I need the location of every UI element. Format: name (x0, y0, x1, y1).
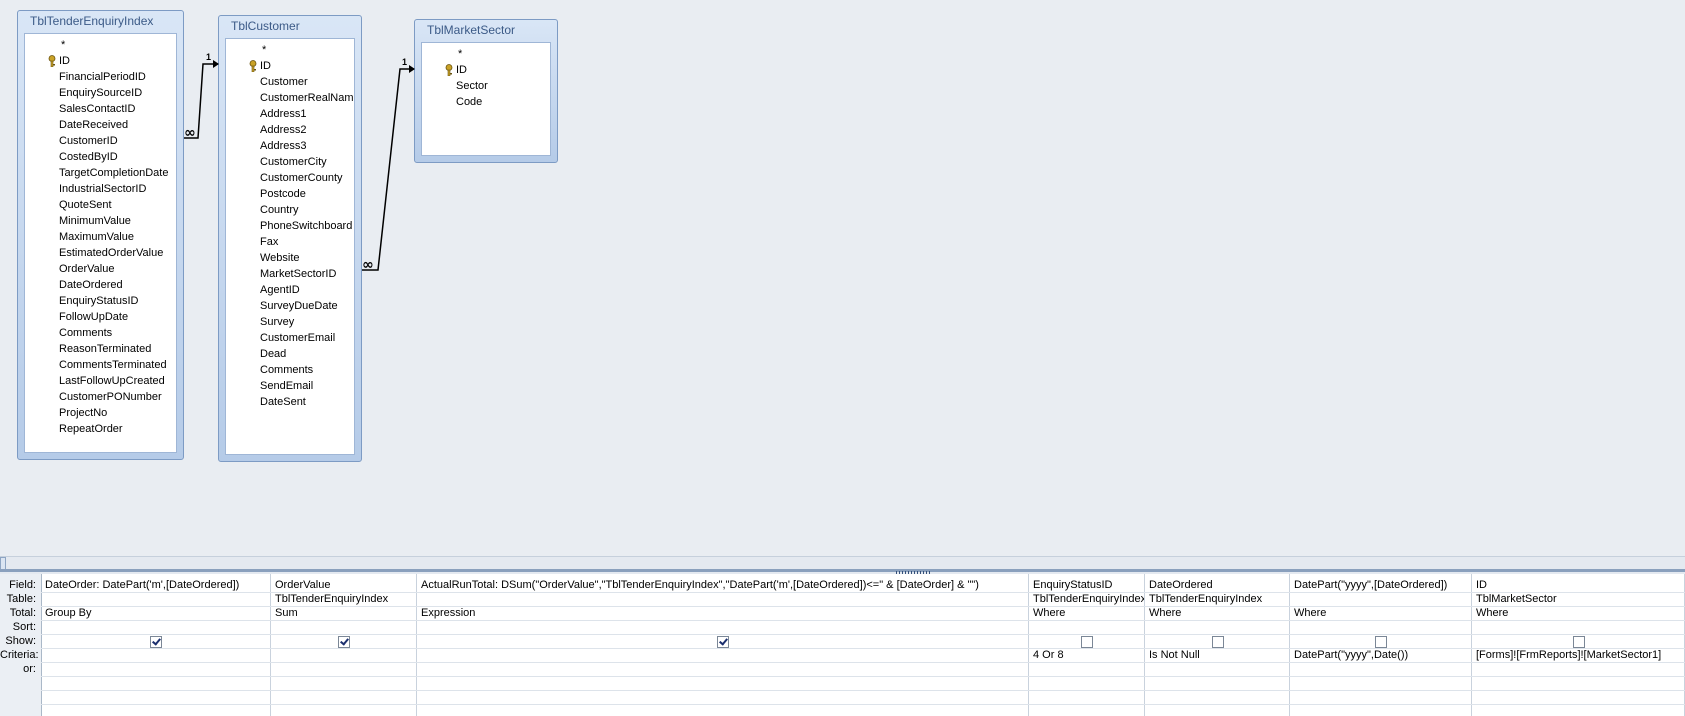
grid-cell-table[interactable]: TblTenderEnquiryIndex (271, 592, 416, 607)
grid-cell-criteria[interactable]: Is Not Null (1145, 648, 1289, 663)
grid-cell-total[interactable]: Where (1145, 606, 1289, 621)
grid-cell-or[interactable] (1029, 662, 1144, 677)
grid-cell-or[interactable] (41, 662, 270, 677)
grid-row-divider (41, 648, 1685, 649)
grid-column[interactable]: EnquiryStatusID TblTenderEnquiryIndex Wher… (1029, 574, 1145, 716)
grid-cell-sort[interactable] (41, 620, 270, 635)
grid-row-divider (41, 690, 1685, 691)
show-checkbox[interactable] (1081, 636, 1093, 648)
grid-cell-criteria[interactable]: 4 Or 8 (1029, 648, 1144, 663)
grid-column[interactable]: ActualRunTotal: DSum("OrderValue","TblTe… (417, 574, 1029, 716)
show-checkbox[interactable] (1212, 636, 1224, 648)
grid-row-divider (41, 676, 1685, 677)
grid-cell-criteria[interactable]: [Forms]![FrmReports]![MarketSector1] (1472, 648, 1684, 663)
grid-cell-sort[interactable] (1029, 620, 1144, 635)
grid-cell-field[interactable]: ID (1472, 578, 1684, 593)
show-checkbox[interactable] (150, 636, 162, 648)
grid-column[interactable]: DateOrdered TblTenderEnquiryIndex Where Is … (1145, 574, 1290, 716)
grid-cell-field[interactable]: OrderValue (271, 578, 416, 593)
grid-row-divider (41, 592, 1685, 593)
row-label-total: Total: (9, 607, 36, 619)
grid-cell-sort[interactable] (1290, 620, 1471, 635)
grid-row-divider (41, 620, 1685, 621)
grid-cell-sort[interactable] (417, 620, 1028, 635)
show-checkbox[interactable] (717, 636, 729, 648)
grid-cell-criteria[interactable] (41, 648, 270, 663)
grid-cell-table[interactable]: TblTenderEnquiryIndex (1145, 592, 1289, 607)
grid-cell-total[interactable]: Where (1290, 606, 1471, 621)
relationship-lines: 1 ∞ 1 ∞ (184, 52, 415, 273)
many-side-label: ∞ (184, 125, 196, 141)
grid-cell-or[interactable] (1290, 662, 1471, 677)
grid-cell-field[interactable]: DateOrdered (1145, 578, 1289, 593)
grid-column[interactable]: DatePart("yyyy",[DateOrdered]) Where DateP… (1290, 574, 1472, 716)
row-label-sort: Sort: (12, 621, 36, 633)
grid-cell-or[interactable] (417, 662, 1028, 677)
show-checkbox[interactable] (338, 636, 350, 648)
grid-cell-total[interactable]: Where (1472, 606, 1684, 621)
grid-cell-field[interactable]: ActualRunTotal: DSum("OrderValue","TblTe… (417, 578, 1028, 593)
grid-cell-table[interactable]: TblTenderEnquiryIndex (1029, 592, 1144, 607)
grid-cell-sort[interactable] (271, 620, 416, 635)
grid-cell-total[interactable]: Expression (417, 606, 1028, 621)
grid-cell-or[interactable] (271, 662, 416, 677)
grid-column[interactable]: ID TblMarketSector Where [Forms]![FrmReport… (1472, 574, 1685, 716)
grid-cell-table[interactable] (1290, 592, 1471, 607)
grid-cell-or[interactable] (1145, 662, 1289, 677)
grid-cell-table[interactable] (417, 592, 1028, 607)
grid-column[interactable]: OrderValue TblTenderEnquiryIndex Sum (271, 574, 417, 716)
grid-cell-table[interactable] (41, 592, 270, 607)
row-label-show: Show: (5, 635, 36, 647)
grid-cell-sort[interactable] (1145, 620, 1289, 635)
query-design-canvas: TblTenderEnquiryIndex * ID FinancialPeriod… (0, 0, 1685, 556)
query-design-grid[interactable]: Field: Table: Total: Sort: Show: Criteria: or:… (0, 574, 1685, 716)
row-label-criteria: Criteria: (0, 649, 39, 661)
grid-cell-total[interactable]: Where (1029, 606, 1144, 621)
grid-row-divider (41, 606, 1685, 607)
grid-row-labels: Field: Table: Total: Sort: Show: Criteria: or: (0, 574, 42, 716)
grid-cell-field[interactable]: DateOrder: DatePart('m',[DateOrdered]) (41, 578, 270, 593)
show-checkbox[interactable] (1375, 636, 1387, 648)
grid-cell-criteria[interactable]: DatePart("yyyy",Date()) (1290, 648, 1471, 663)
one-side-label: 1 (402, 57, 407, 67)
grid-cell-criteria[interactable] (417, 648, 1028, 663)
grid-cell-field[interactable]: DatePart("yyyy",[DateOrdered]) (1290, 578, 1471, 593)
grid-cell-table[interactable]: TblMarketSector (1472, 592, 1684, 607)
grid-cell-sort[interactable] (1472, 620, 1684, 635)
grid-row-divider (41, 662, 1685, 663)
grid-row-divider (41, 634, 1685, 635)
relationship-line-enquiry-customer[interactable]: 1 ∞ (184, 52, 219, 141)
row-label-field: Field: (9, 579, 36, 591)
grid-cell-field[interactable]: EnquiryStatusID (1029, 578, 1144, 593)
show-checkbox[interactable] (1573, 636, 1585, 648)
grid-cell-criteria[interactable] (271, 648, 416, 663)
row-label-table: Table: (6, 593, 36, 605)
grid-cell-or[interactable] (1472, 662, 1684, 677)
pane-splitter[interactable] (0, 556, 1685, 575)
relationship-line-customer-marketsector[interactable]: 1 ∞ (362, 57, 415, 273)
row-label-or: or: (23, 663, 36, 675)
many-side-label: ∞ (362, 257, 374, 273)
splitter-bar[interactable] (0, 569, 1685, 572)
grid-row-divider (41, 704, 1685, 705)
grid-cell-total[interactable]: Sum (271, 606, 416, 621)
grid-column[interactable]: DateOrder: DatePart('m',[DateOrdered]) Gr… (41, 574, 271, 716)
one-side-label: 1 (206, 52, 211, 62)
grid-cell-total[interactable]: Group By (41, 606, 270, 621)
